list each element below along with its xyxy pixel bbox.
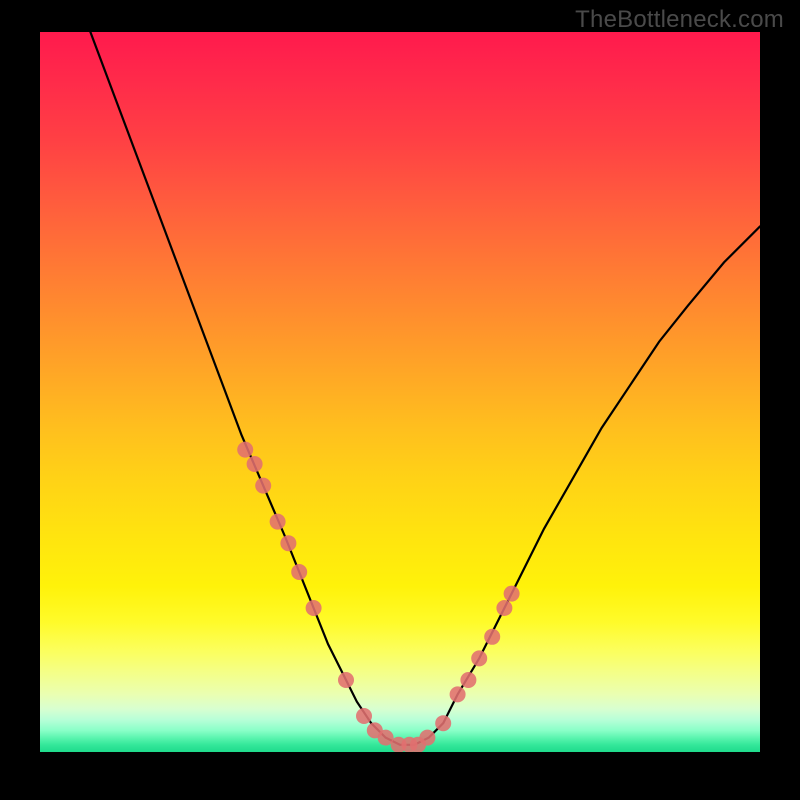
curve-svg <box>40 32 760 752</box>
bottom-border <box>40 752 760 760</box>
marker-point <box>496 600 512 616</box>
marker-point <box>419 730 435 746</box>
marker-point <box>291 564 307 580</box>
marker-point <box>450 686 466 702</box>
marker-point <box>247 456 263 472</box>
marker-point <box>255 478 271 494</box>
watermark-text: TheBottleneck.com <box>575 6 784 34</box>
marker-point <box>435 715 451 731</box>
marker-point <box>306 600 322 616</box>
marker-point <box>280 535 296 551</box>
marker-point <box>270 514 286 530</box>
marker-point <box>460 672 476 688</box>
highlight-markers <box>237 442 519 752</box>
marker-point <box>504 586 520 602</box>
marker-point <box>237 442 253 458</box>
marker-point <box>471 650 487 666</box>
plot-area <box>40 32 760 752</box>
marker-point <box>338 672 354 688</box>
chart-frame: TheBottleneck.com <box>0 0 800 800</box>
bottleneck-curve <box>90 32 760 745</box>
marker-point <box>356 708 372 724</box>
marker-point <box>484 629 500 645</box>
